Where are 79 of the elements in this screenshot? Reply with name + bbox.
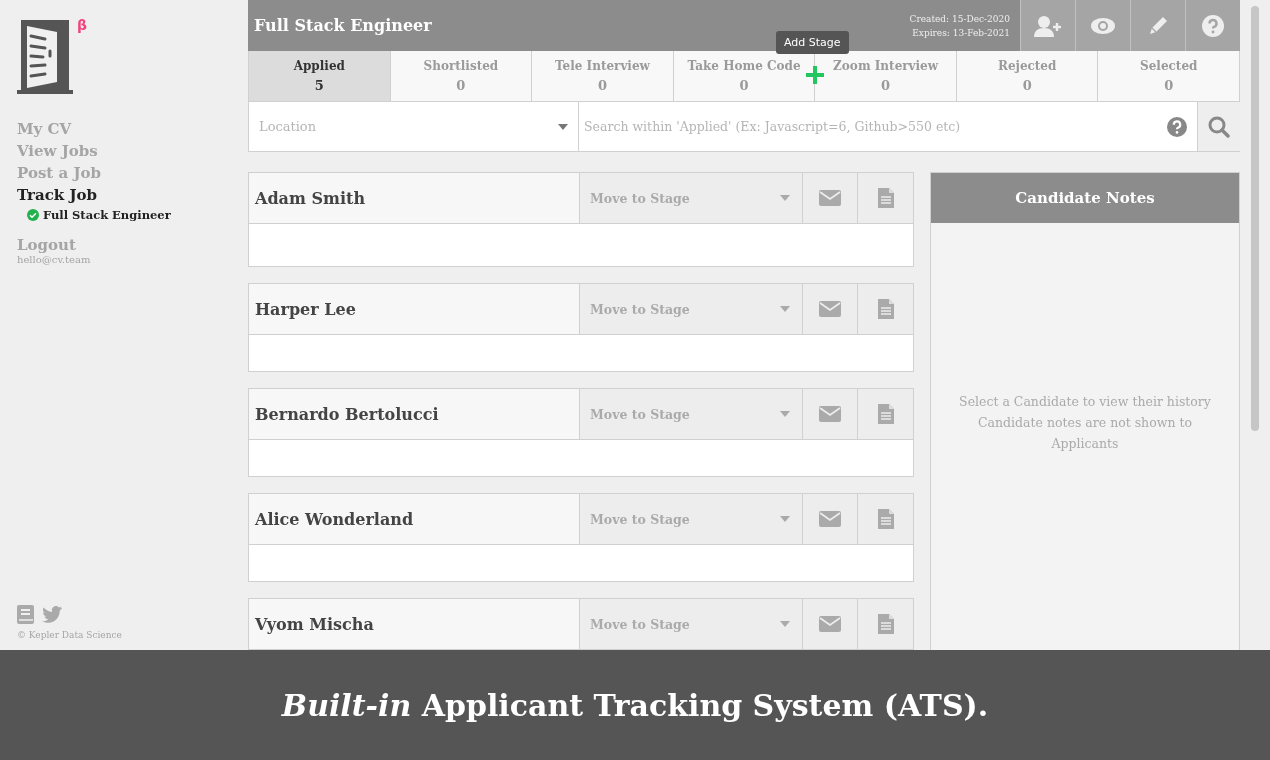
- envelope-icon: [819, 301, 841, 317]
- eye-icon: [1090, 16, 1116, 35]
- check-circle-icon: [27, 209, 39, 221]
- beta-label: β: [77, 18, 88, 32]
- copyright-text: © Kepler Data Science: [17, 630, 123, 640]
- notes-message: Candidate notes are not shown to Applicants: [977, 414, 1193, 453]
- document-icon: [877, 188, 894, 208]
- nav-link[interactable]: View Jobs: [17, 140, 98, 162]
- help-icon: [1202, 14, 1224, 37]
- stage-tab[interactable]: Shortlisted 0: [390, 51, 533, 101]
- caption-text: Built-in Applicant Tracking System (ATS).: [281, 687, 989, 723]
- document-icon: [877, 404, 894, 424]
- move-to-stage-dropdown[interactable]: Move to Stage: [580, 599, 803, 649]
- location-dropdown[interactable]: Location: [249, 102, 579, 151]
- envelope-icon: [819, 190, 841, 206]
- stage-tab[interactable]: Take Home Code 0: [673, 51, 816, 101]
- edit-button[interactable]: [1130, 0, 1185, 51]
- add-stage-plus-icon[interactable]: [805, 65, 825, 85]
- user-email: hello@cv.team: [17, 254, 91, 265]
- document-icon: [877, 299, 894, 319]
- nav-link[interactable]: Track Job: [17, 184, 98, 206]
- search-button[interactable]: [1197, 102, 1240, 151]
- envelope-icon: [819, 511, 841, 527]
- email-button[interactable]: [803, 494, 858, 544]
- email-button[interactable]: [803, 284, 858, 334]
- twitter-bird-icon[interactable]: [42, 606, 62, 623]
- email-button[interactable]: [803, 389, 858, 439]
- preview-button[interactable]: [1075, 0, 1130, 51]
- tooltip: Add Stage: [776, 31, 849, 54]
- add-user-button[interactable]: [1020, 0, 1075, 51]
- search-field[interactable]: Search within 'Applied' (Ex: Javascript=6, Github>550 etc): [584, 119, 961, 134]
- move-to-stage-dropdown[interactable]: Move to Stage: [580, 389, 803, 439]
- move-to-stage-dropdown[interactable]: Move to Stage: [580, 284, 803, 334]
- email-button[interactable]: [803, 173, 858, 223]
- move-to-stage-dropdown[interactable]: Move to Stage: [580, 494, 803, 544]
- nav-link[interactable]: My CV: [17, 118, 72, 140]
- candidate-card[interactable]: Harper Lee Move to Stage: [248, 283, 914, 372]
- door-logo-icon: [17, 18, 73, 94]
- nav-link[interactable]: Post a Job: [17, 162, 101, 184]
- stage-tab[interactable]: Applied 5: [249, 51, 391, 101]
- document-button[interactable]: [858, 494, 913, 544]
- document-button[interactable]: [858, 173, 913, 223]
- caret-icon: [780, 306, 790, 312]
- notes-message: Select a Candidate to view their history: [959, 393, 1211, 411]
- candidate-card[interactable]: Bernardo Bertolucci Move to Stage: [248, 388, 914, 477]
- email-button[interactable]: [803, 599, 858, 649]
- caret-icon: [780, 411, 790, 417]
- stage-tab[interactable]: Zoom Interview 0: [815, 51, 957, 101]
- stage-tab[interactable]: Tele Interview 0: [532, 51, 674, 101]
- caret-icon: [558, 123, 568, 130]
- job-link[interactable]: Full Stack Engineer: [27, 208, 171, 222]
- caret-icon: [780, 516, 790, 522]
- stage-tab[interactable]: Selected 0: [1098, 51, 1240, 101]
- logout-link[interactable]: Logout: [17, 236, 76, 254]
- help-icon[interactable]: [1167, 116, 1187, 137]
- expiry-date: Expires: 13-Feb-2021: [912, 26, 1010, 40]
- caret-icon: [780, 195, 790, 201]
- pencil-icon: [1147, 14, 1169, 37]
- document-button[interactable]: [858, 599, 913, 649]
- search-icon: [1208, 115, 1230, 138]
- help-button[interactable]: [1185, 0, 1240, 51]
- candidate-card[interactable]: Vyom Mischa Move to Stage: [248, 598, 914, 650]
- job-title: Full Stack Engineer: [253, 15, 433, 37]
- book-icon[interactable]: [17, 605, 34, 624]
- created-date: Created: 15-Dec-2020: [909, 12, 1010, 26]
- candidate-card[interactable]: Alice Wonderland Move to Stage: [248, 493, 914, 582]
- envelope-icon: [819, 616, 841, 632]
- add-user-icon: [1034, 14, 1062, 37]
- candidate-card[interactable]: Adam Smith Move to Stage: [248, 172, 914, 267]
- stage-tab[interactable]: Rejected 0: [956, 51, 1099, 101]
- move-to-stage-dropdown[interactable]: Move to Stage: [580, 173, 803, 223]
- caret-icon: [780, 621, 790, 627]
- document-button[interactable]: [858, 389, 913, 439]
- document-button[interactable]: [858, 284, 913, 334]
- document-icon: [877, 509, 894, 529]
- envelope-icon: [819, 406, 841, 422]
- scrollbar-thumb[interactable]: [1251, 6, 1259, 431]
- document-icon: [877, 614, 894, 634]
- notes-title: Candidate Notes: [931, 173, 1239, 223]
